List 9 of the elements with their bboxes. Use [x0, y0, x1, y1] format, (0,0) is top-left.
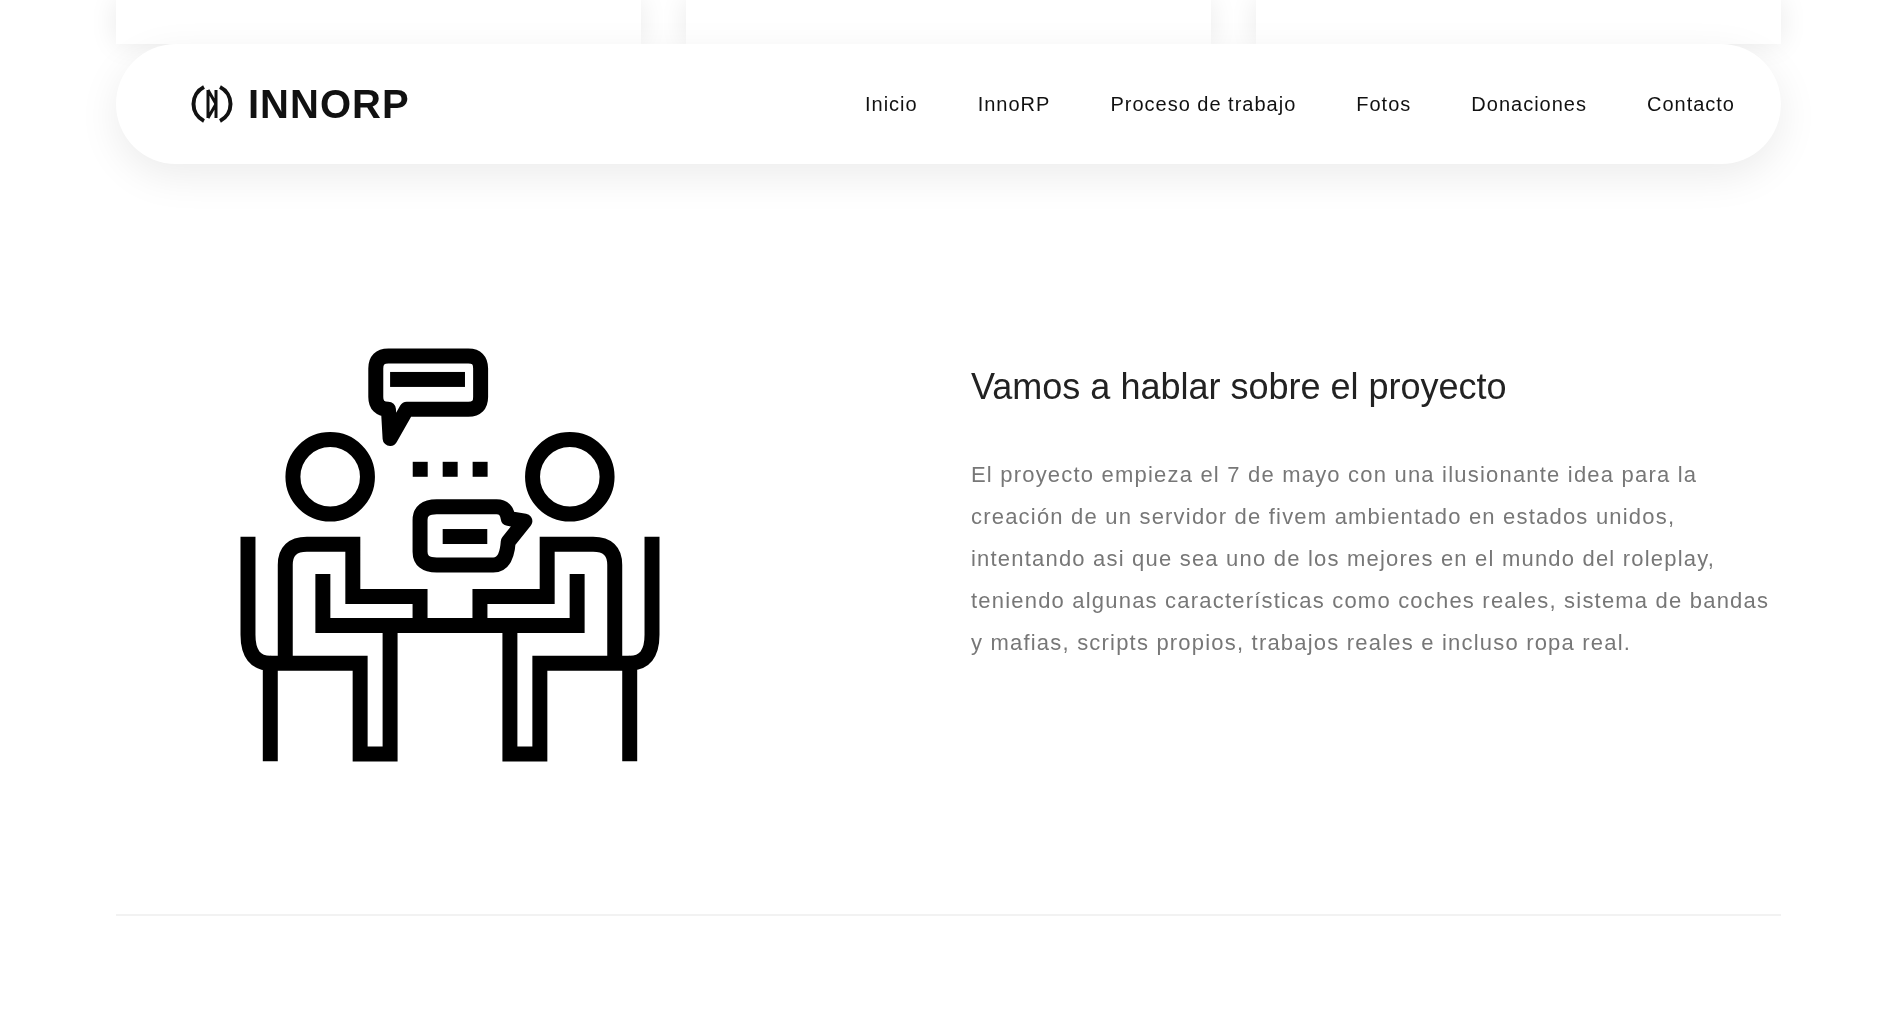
nav-link[interactable]: Fotos	[1356, 92, 1412, 116]
project-description: El proyecto empieza el 7 de mayo con una ilusionante idea para la creación de un servidor de fivem ambientado en estados unidos, intentando asi que sea uno de los mejores en el mundo del roleplay, teniendo algunas características como coches reales, sistema de bandas y mafias, scripts propios, trabajos reales e incluso ropa real.	[971, 461, 1771, 657]
nav-link[interactable]: Inicio	[864, 92, 918, 116]
nav-link[interactable]: Proceso de trabajo	[1110, 92, 1297, 116]
nav-link[interactable]: Contacto	[1646, 92, 1735, 116]
logo-link[interactable]: INNORP	[190, 81, 410, 127]
nav-link[interactable]: InnoRP	[977, 92, 1051, 116]
section-heading: Vamos a hablar sobre el proyecto	[971, 366, 1508, 408]
nav-link[interactable]: Donaciones	[1471, 92, 1587, 116]
